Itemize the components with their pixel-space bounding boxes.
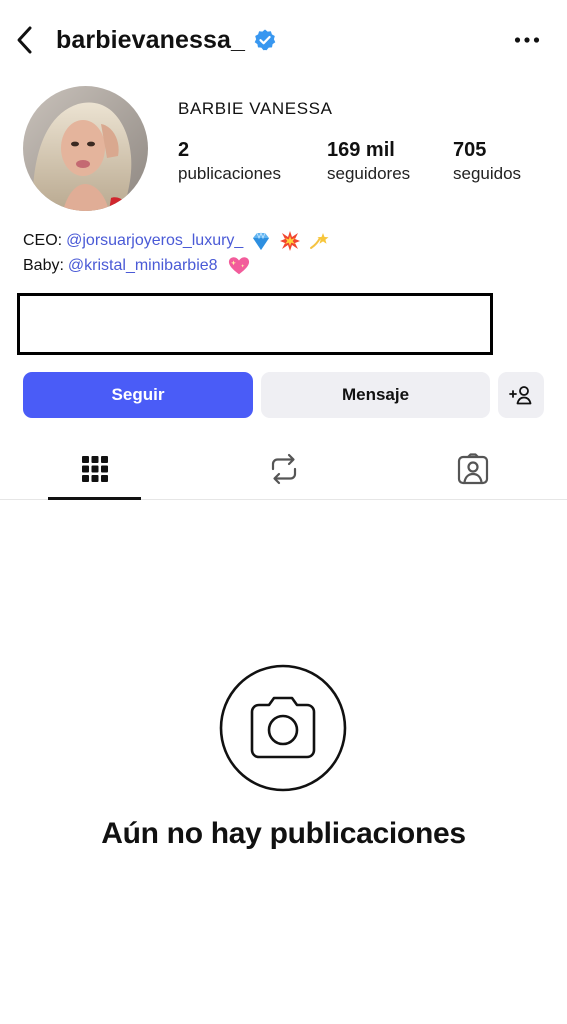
posts-count: 2 [178, 139, 190, 161]
stat-posts[interactable]: 2 publicaciones [178, 139, 281, 184]
bio-ceo-prefix: CEO: [23, 232, 63, 249]
display-name: BARBIE VANESSA [178, 99, 333, 118]
tab-grid[interactable] [48, 438, 141, 500]
followers-count: 169 mil [327, 139, 395, 161]
gem-emoji-icon [250, 230, 272, 252]
following-count: 705 [453, 139, 487, 161]
dizzy-emoji-icon [308, 230, 330, 252]
followers-label: seguidores [327, 164, 411, 183]
top-bar: barbievanessa_ [0, 0, 567, 80]
stat-followers[interactable]: 169 mil seguidores [327, 139, 410, 184]
empty-state-message: Aún no hay publicaciones [101, 817, 466, 850]
verified-badge-icon [253, 28, 277, 52]
sparkling-heart-emoji-icon [228, 255, 250, 277]
stat-following[interactable]: 705 seguidos [453, 139, 521, 184]
posts-label: publicaciones [178, 164, 282, 183]
more-horizontal-icon [514, 37, 540, 43]
bio-baby-prefix: Baby: [23, 257, 64, 274]
avatar[interactable] [23, 86, 148, 211]
collision-emoji-icon [279, 230, 301, 252]
message-button[interactable]: Mensaje [261, 372, 490, 418]
grid-icon [81, 455, 108, 482]
bio-mention-link-2[interactable]: @kristal_minibarbie8 [68, 253, 218, 278]
bio-line-baby: Baby: @kristal_minibarbie8 [23, 253, 330, 278]
profile-tabs [0, 438, 567, 500]
repost-icon [271, 453, 296, 484]
tab-tagged[interactable] [426, 438, 519, 499]
follow-button[interactable]: Seguir [23, 372, 253, 418]
more-options-button[interactable] [511, 26, 543, 54]
tab-reposts[interactable] [237, 438, 330, 499]
username: barbievanessa_ [56, 25, 246, 54]
back-button[interactable] [10, 22, 38, 58]
add-user-icon [509, 386, 532, 405]
username-header: barbievanessa_ [56, 22, 277, 58]
camera-icon [219, 664, 347, 792]
bio: CEO: @jorsuarjoyeros_luxury_ Baby: @kris… [23, 228, 330, 278]
redacted-box [17, 293, 493, 355]
bio-mention-link[interactable]: @jorsuarjoyeros_luxury_ [66, 228, 243, 253]
chevron-left-icon [17, 26, 32, 54]
following-label: seguidos [453, 164, 522, 183]
bio-line-ceo: CEO: @jorsuarjoyeros_luxury_ [23, 228, 330, 253]
suggest-users-button[interactable] [498, 372, 544, 418]
tagged-person-icon [457, 452, 488, 484]
